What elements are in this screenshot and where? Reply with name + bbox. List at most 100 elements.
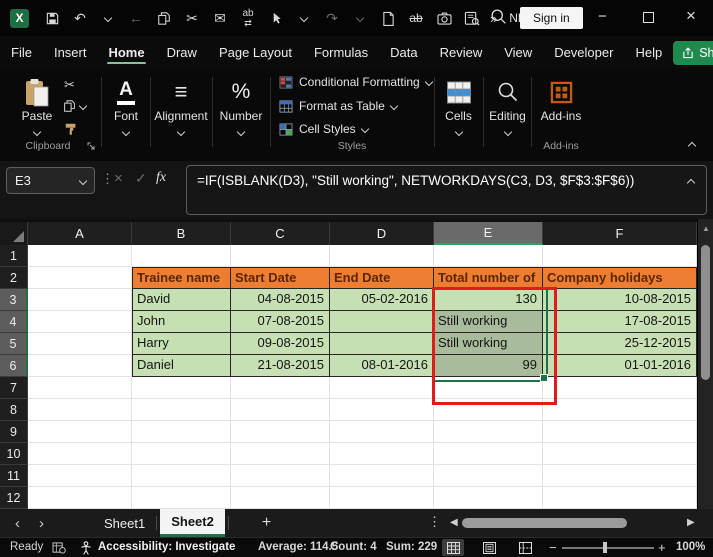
cell-A6[interactable] <box>28 355 132 377</box>
cell-B8[interactable] <box>132 399 231 421</box>
cell-C4[interactable]: 07-08-2015 <box>231 311 330 333</box>
cell-C10[interactable] <box>231 443 330 465</box>
cell-E1[interactable] <box>434 245 543 267</box>
page-break-preview-icon[interactable] <box>514 539 536 556</box>
tab-home[interactable]: Home <box>107 38 145 67</box>
tab-developer[interactable]: Developer <box>553 38 614 67</box>
cell-A10[interactable] <box>28 443 132 465</box>
cell-E12[interactable] <box>434 487 543 509</box>
maximize-button[interactable] <box>643 12 654 23</box>
undo-dropdown-icon[interactable] <box>94 5 122 31</box>
format-as-table-button[interactable]: Format as Table <box>279 99 397 113</box>
undo-icon[interactable]: ↶ <box>66 5 94 31</box>
row-header-10[interactable]: 10 <box>0 443 28 465</box>
cell-D8[interactable] <box>330 399 434 421</box>
scroll-up-icon[interactable]: ▲ <box>698 224 713 233</box>
cell-E10[interactable] <box>434 443 543 465</box>
tab-help[interactable]: Help <box>634 38 663 67</box>
row-header-7[interactable]: 7 <box>0 377 28 399</box>
cell-B10[interactable] <box>132 443 231 465</box>
row-header-9[interactable]: 9 <box>0 421 28 443</box>
cell-F6[interactable]: 01-01-2016 <box>543 355 697 377</box>
name-box-dropdown-icon[interactable] <box>79 176 87 184</box>
column-header-c[interactable]: C <box>231 222 330 245</box>
cell-E2[interactable]: Total number of <box>434 267 543 289</box>
zoom-out-icon[interactable]: − <box>549 538 557 557</box>
touch-mode-dropdown-icon[interactable] <box>290 5 318 31</box>
cell-B2[interactable]: Trainee name <box>132 267 231 289</box>
column-header-d[interactable]: D <box>330 222 434 245</box>
cell-C6[interactable]: 21-08-2015 <box>231 355 330 377</box>
tab-page-layout[interactable]: Page Layout <box>218 38 293 67</box>
cell-C9[interactable] <box>231 421 330 443</box>
row-header-6[interactable]: 6 <box>0 355 28 377</box>
excel-logo-icon[interactable]: X <box>10 9 29 28</box>
sheet-options-dots-icon[interactable]: ⋮ <box>428 514 441 530</box>
cell-B4[interactable]: John <box>132 311 231 333</box>
tab-file[interactable]: File <box>10 38 33 67</box>
cell-B3[interactable]: David <box>132 289 231 311</box>
page-layout-view-icon[interactable] <box>478 539 500 556</box>
cell-E5[interactable]: Still working <box>434 333 543 355</box>
strikethrough-icon[interactable]: ab <box>402 5 430 31</box>
new-file-icon[interactable] <box>374 5 402 31</box>
cell-D9[interactable] <box>330 421 434 443</box>
fill-handle[interactable] <box>540 374 548 382</box>
column-header-e[interactable]: E <box>434 222 543 245</box>
vertical-scrollbar[interactable]: ▲ <box>697 219 713 509</box>
search-icon[interactable] <box>490 8 507 25</box>
tab-draw[interactable]: Draw <box>166 38 198 67</box>
alignment-button[interactable]: ≡ Alignment <box>152 76 210 135</box>
enter-icon[interactable]: ✓ <box>135 170 147 187</box>
select-all-corner[interactable] <box>0 222 28 245</box>
zoom-slider-track[interactable] <box>562 547 654 549</box>
zoom-in-icon[interactable]: + <box>658 538 666 557</box>
cell-F9[interactable] <box>543 421 697 443</box>
cell-F10[interactable] <box>543 443 697 465</box>
tab-review[interactable]: Review <box>439 38 484 67</box>
copy-button[interactable] <box>63 99 86 113</box>
cell-D3[interactable]: 05-02-2016 <box>330 289 434 311</box>
insert-function-icon[interactable]: fx <box>156 170 166 186</box>
cell-F11[interactable] <box>543 465 697 487</box>
cell-E6[interactable]: 99 <box>434 355 543 377</box>
cell-F12[interactable] <box>543 487 697 509</box>
cell-A1[interactable] <box>28 245 132 267</box>
sheet-tab-sheet1[interactable]: Sheet1 <box>96 516 153 531</box>
cell-F5[interactable]: 25-12-2015 <box>543 333 697 355</box>
formula-input[interactable]: =IF(ISBLANK(D3), "Still working", NETWOR… <box>186 165 707 215</box>
cell-C11[interactable] <box>231 465 330 487</box>
cell-D11[interactable] <box>330 465 434 487</box>
touch-mode-icon[interactable] <box>262 5 290 31</box>
row-header-12[interactable]: 12 <box>0 487 28 509</box>
cell-D4[interactable] <box>330 311 434 333</box>
cell-F8[interactable] <box>543 399 697 421</box>
horizontal-scrollbar-thumb[interactable] <box>462 518 627 528</box>
vertical-scrollbar-thumb[interactable] <box>701 245 710 380</box>
cut-button[interactable]: ✂ <box>64 77 75 93</box>
share-button[interactable]: Share <box>673 41 713 65</box>
cell-F4[interactable]: 17-08-2015 <box>543 311 697 333</box>
tab-formulas[interactable]: Formulas <box>313 38 369 67</box>
cell-E8[interactable] <box>434 399 543 421</box>
scroll-left-icon[interactable]: ◀ <box>450 517 458 528</box>
accessibility-status[interactable]: Accessibility: Investigate <box>98 538 235 557</box>
cell-B6[interactable]: Daniel <box>132 355 231 377</box>
column-header-f[interactable]: F <box>543 222 697 245</box>
name-box[interactable]: E3 <box>6 167 95 194</box>
formula-bar-collapse-icon[interactable] <box>687 179 695 187</box>
copy-icon[interactable] <box>150 5 178 31</box>
cell-D7[interactable] <box>330 377 434 399</box>
cells-button[interactable]: Cells <box>436 76 481 135</box>
cell-E3-active[interactable]: 130 <box>434 289 543 311</box>
cell-C8[interactable] <box>231 399 330 421</box>
cell-A4[interactable] <box>28 311 132 333</box>
sign-in-button[interactable]: Sign in <box>520 7 583 29</box>
font-button[interactable]: A Font <box>103 76 149 135</box>
cell-F3[interactable]: 10-08-2015 <box>543 289 697 311</box>
row-header-4[interactable]: 4 <box>0 311 28 333</box>
tab-view[interactable]: View <box>503 38 533 67</box>
cell-A12[interactable] <box>28 487 132 509</box>
cell-B5[interactable]: Harry <box>132 333 231 355</box>
cell-D10[interactable] <box>330 443 434 465</box>
